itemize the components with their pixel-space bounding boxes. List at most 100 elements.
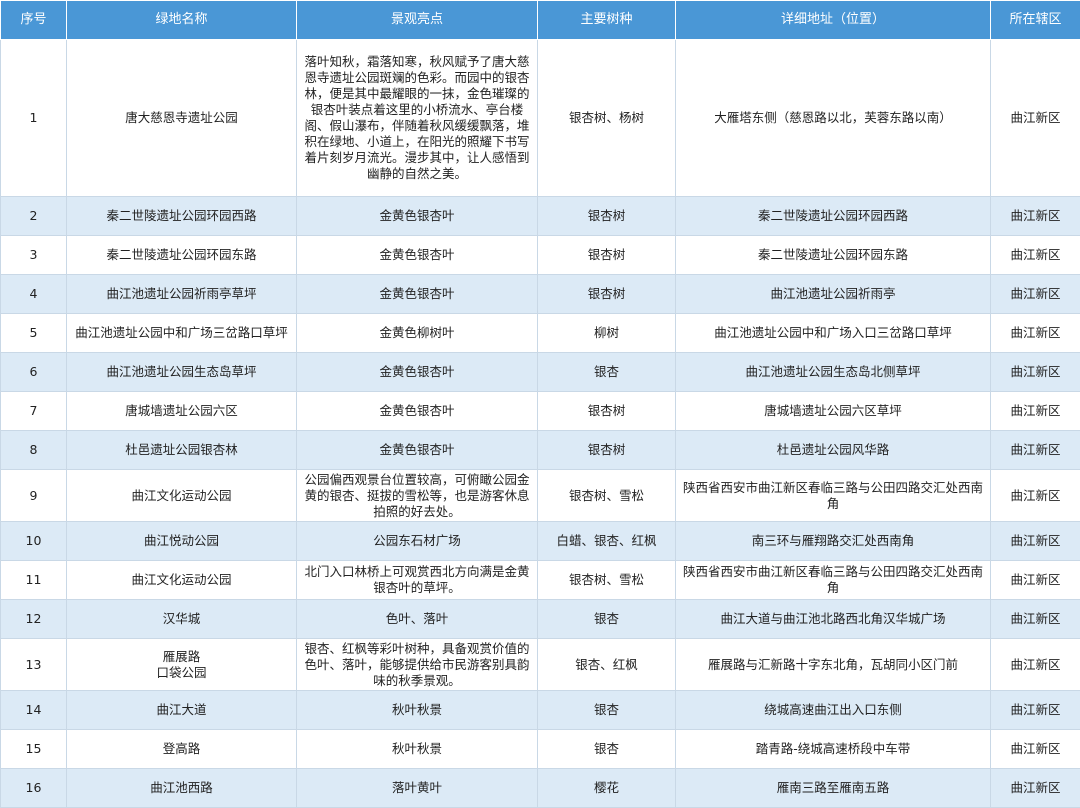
cell-highlight: 金黄色银杏叶 xyxy=(297,392,538,431)
cell-name: 汉华城 xyxy=(67,600,297,639)
cell-address: 秦二世陵遗址公园环园西路 xyxy=(676,197,991,236)
cell-district: 曲江新区 xyxy=(991,522,1080,561)
cell-highlight: 公园偏西观景台位置较高，可俯瞰公园金黄的银杏、挺拔的雪松等，也是游客休息拍照的好… xyxy=(297,470,538,522)
cell-trees: 银杏树 xyxy=(538,197,676,236)
table-row: 6曲江池遗址公园生态岛草坪金黄色银杏叶银杏曲江池遗址公园生态岛北侧草坪曲江新区 xyxy=(1,353,1080,392)
cell-name: 曲江池遗址公园生态岛草坪 xyxy=(67,353,297,392)
cell-highlight: 金黄色柳树叶 xyxy=(297,314,538,353)
header-row: 序号 绿地名称 景观亮点 主要树种 详细地址（位置） 所在辖区 xyxy=(1,1,1080,40)
table-row: 14曲江大道秋叶秋景银杏绕城高速曲江出入口东侧曲江新区 xyxy=(1,691,1080,730)
cell-trees: 银杏树、杨树 xyxy=(538,40,676,197)
col-header-trees: 主要树种 xyxy=(538,1,676,40)
cell-name: 曲江文化运动公园 xyxy=(67,470,297,522)
cell-no: 9 xyxy=(1,470,67,522)
cell-trees: 银杏 xyxy=(538,600,676,639)
table-row: 13雁展路口袋公园银杏、红枫等彩叶树种，具备观赏价值的色叶、落叶，能够提供给市民… xyxy=(1,639,1080,691)
cell-no: 12 xyxy=(1,600,67,639)
table-row: 1唐大慈恩寺遗址公园落叶知秋，霜落知寒，秋风赋予了唐大慈恩寺遗址公园斑斓的色彩。… xyxy=(1,40,1080,197)
cell-district: 曲江新区 xyxy=(991,40,1080,197)
table-row: 7唐城墙遗址公园六区金黄色银杏叶银杏树唐城墙遗址公园六区草坪曲江新区 xyxy=(1,392,1080,431)
cell-trees: 银杏树 xyxy=(538,431,676,470)
cell-no: 5 xyxy=(1,314,67,353)
cell-highlight: 金黄色银杏叶 xyxy=(297,275,538,314)
cell-district: 曲江新区 xyxy=(991,561,1080,600)
cell-district: 曲江新区 xyxy=(991,470,1080,522)
cell-address: 杜邑遗址公园风华路 xyxy=(676,431,991,470)
cell-name: 唐大慈恩寺遗址公园 xyxy=(67,40,297,197)
cell-trees: 樱花 xyxy=(538,769,676,808)
cell-highlight: 银杏、红枫等彩叶树种，具备观赏价值的色叶、落叶，能够提供给市民游客别具韵味的秋季… xyxy=(297,639,538,691)
col-header-district: 所在辖区 xyxy=(991,1,1080,40)
cell-name: 曲江悦动公园 xyxy=(67,522,297,561)
cell-district: 曲江新区 xyxy=(991,314,1080,353)
table-row: 8杜邑遗址公园银杏林金黄色银杏叶银杏树杜邑遗址公园风华路曲江新区 xyxy=(1,431,1080,470)
cell-trees: 银杏树 xyxy=(538,236,676,275)
cell-no: 10 xyxy=(1,522,67,561)
cell-highlight: 秋叶秋景 xyxy=(297,730,538,769)
cell-name: 杜邑遗址公园银杏林 xyxy=(67,431,297,470)
table-row: 15登高路秋叶秋景银杏踏青路-绕城高速桥段中车带曲江新区 xyxy=(1,730,1080,769)
cell-highlight: 金黄色银杏叶 xyxy=(297,353,538,392)
cell-name: 曲江大道 xyxy=(67,691,297,730)
cell-no: 3 xyxy=(1,236,67,275)
cell-district: 曲江新区 xyxy=(991,769,1080,808)
cell-address: 大雁塔东侧（慈恩路以北，芙蓉东路以南） xyxy=(676,40,991,197)
cell-address: 曲江大道与曲江池北路西北角汉华城广场 xyxy=(676,600,991,639)
cell-district: 曲江新区 xyxy=(991,353,1080,392)
cell-address: 秦二世陵遗址公园环园东路 xyxy=(676,236,991,275)
cell-highlight: 金黄色银杏叶 xyxy=(297,197,538,236)
cell-no: 6 xyxy=(1,353,67,392)
cell-trees: 柳树 xyxy=(538,314,676,353)
cell-name: 曲江池遗址公园祈雨亭草坪 xyxy=(67,275,297,314)
cell-no: 16 xyxy=(1,769,67,808)
cell-trees: 银杏树、雪松 xyxy=(538,561,676,600)
cell-district: 曲江新区 xyxy=(991,431,1080,470)
cell-address: 唐城墙遗址公园六区草坪 xyxy=(676,392,991,431)
cell-no: 1 xyxy=(1,40,67,197)
cell-district: 曲江新区 xyxy=(991,639,1080,691)
cell-name: 曲江池西路 xyxy=(67,769,297,808)
cell-address: 曲江池遗址公园中和广场入口三岔路口草坪 xyxy=(676,314,991,353)
cell-name: 唐城墙遗址公园六区 xyxy=(67,392,297,431)
cell-district: 曲江新区 xyxy=(991,691,1080,730)
cell-address: 曲江池遗址公园生态岛北侧草坪 xyxy=(676,353,991,392)
cell-address: 曲江池遗址公园祈雨亭 xyxy=(676,275,991,314)
cell-trees: 银杏树 xyxy=(538,275,676,314)
cell-district: 曲江新区 xyxy=(991,197,1080,236)
cell-highlight: 北门入口林桥上可观赏西北方向满是金黄银杏叶的草坪。 xyxy=(297,561,538,600)
cell-address: 陕西省西安市曲江新区春临三路与公田四路交汇处西南角 xyxy=(676,470,991,522)
cell-address: 绕城高速曲江出入口东侧 xyxy=(676,691,991,730)
col-header-name: 绿地名称 xyxy=(67,1,297,40)
table-row: 11曲江文化运动公园北门入口林桥上可观赏西北方向满是金黄银杏叶的草坪。银杏树、雪… xyxy=(1,561,1080,600)
cell-no: 7 xyxy=(1,392,67,431)
table-row: 5曲江池遗址公园中和广场三岔路口草坪金黄色柳树叶柳树曲江池遗址公园中和广场入口三… xyxy=(1,314,1080,353)
cell-district: 曲江新区 xyxy=(991,392,1080,431)
cell-address: 雁南三路至雁南五路 xyxy=(676,769,991,808)
cell-highlight: 金黄色银杏叶 xyxy=(297,236,538,275)
table-row: 9曲江文化运动公园公园偏西观景台位置较高，可俯瞰公园金黄的银杏、挺拔的雪松等，也… xyxy=(1,470,1080,522)
cell-trees: 银杏 xyxy=(538,691,676,730)
cell-name: 曲江文化运动公园 xyxy=(67,561,297,600)
cell-trees: 银杏 xyxy=(538,730,676,769)
cell-name: 曲江池遗址公园中和广场三岔路口草坪 xyxy=(67,314,297,353)
cell-trees: 白蜡、银杏、红枫 xyxy=(538,522,676,561)
cell-district: 曲江新区 xyxy=(991,600,1080,639)
cell-trees: 银杏、红枫 xyxy=(538,639,676,691)
table-row: 12汉华城色叶、落叶银杏曲江大道与曲江池北路西北角汉华城广场曲江新区 xyxy=(1,600,1080,639)
cell-highlight: 色叶、落叶 xyxy=(297,600,538,639)
cell-address: 踏青路-绕城高速桥段中车带 xyxy=(676,730,991,769)
table-row: 4曲江池遗址公园祈雨亭草坪金黄色银杏叶银杏树曲江池遗址公园祈雨亭曲江新区 xyxy=(1,275,1080,314)
cell-no: 8 xyxy=(1,431,67,470)
cell-trees: 银杏 xyxy=(538,353,676,392)
table-row: 16曲江池西路落叶黄叶樱花雁南三路至雁南五路曲江新区 xyxy=(1,769,1080,808)
cell-no: 11 xyxy=(1,561,67,600)
cell-highlight: 金黄色银杏叶 xyxy=(297,431,538,470)
cell-no: 13 xyxy=(1,639,67,691)
cell-no: 14 xyxy=(1,691,67,730)
cell-district: 曲江新区 xyxy=(991,275,1080,314)
cell-address: 南三环与雁翔路交汇处西南角 xyxy=(676,522,991,561)
cell-highlight: 落叶知秋，霜落知寒，秋风赋予了唐大慈恩寺遗址公园斑斓的色彩。而园中的银杏林，便是… xyxy=(297,40,538,197)
table-row: 2秦二世陵遗址公园环园西路金黄色银杏叶银杏树秦二世陵遗址公园环园西路曲江新区 xyxy=(1,197,1080,236)
col-header-no: 序号 xyxy=(1,1,67,40)
table-row: 10曲江悦动公园公园东石材广场白蜡、银杏、红枫南三环与雁翔路交汇处西南角曲江新区 xyxy=(1,522,1080,561)
